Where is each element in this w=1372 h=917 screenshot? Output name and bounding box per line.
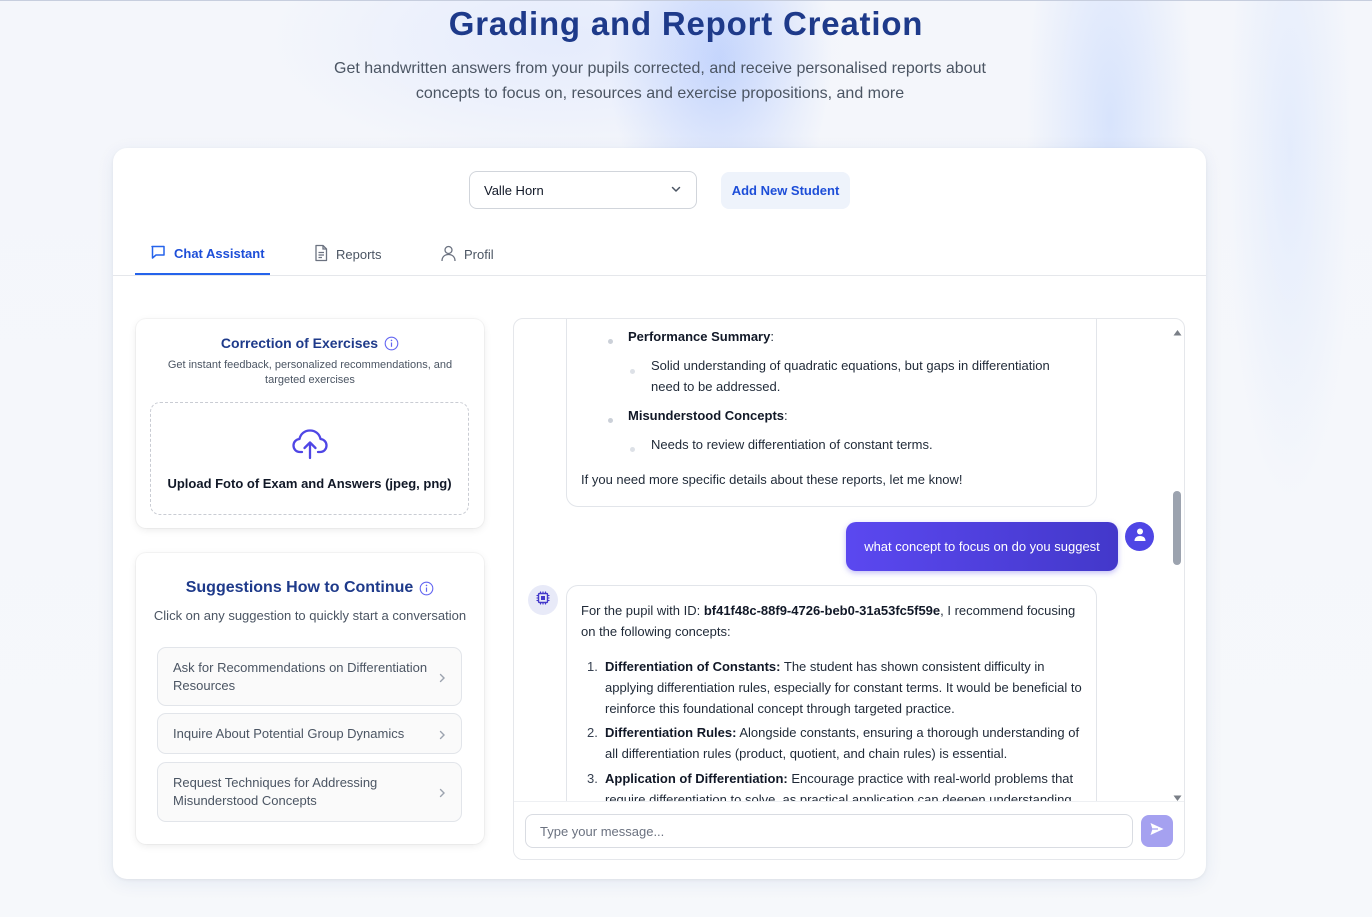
tab-label: Chat Assistant	[174, 246, 265, 261]
performance-label: Performance Summary	[628, 329, 771, 344]
list-item: Differentiation of Constants: The studen…	[605, 656, 1087, 719]
misunderstood-label-row: Misunderstood Concepts:	[628, 408, 788, 423]
student-select-value: Valle Horn	[484, 182, 544, 198]
list-item: Differentiation Rules: Alongside constan…	[605, 722, 1087, 764]
misunderstood-text: Needs to review differentiation of const…	[651, 437, 933, 452]
list-item-title: Differentiation Rules:	[605, 725, 737, 740]
suggestion-item[interactable]: Inquire About Potential Group Dynamics	[157, 713, 462, 754]
document-icon	[313, 244, 329, 265]
chat-scrollbar[interactable]	[1170, 319, 1184, 801]
bullet	[630, 447, 635, 452]
user-icon	[1133, 527, 1147, 547]
student-select[interactable]: Valle Horn	[469, 171, 697, 209]
suggestion-text: Ask for Recommendations on Differentiati…	[173, 659, 428, 693]
scroll-up-icon[interactable]	[1173, 323, 1182, 341]
bullet	[608, 339, 613, 344]
bullet	[630, 369, 635, 374]
user-message-text: what concept to focus on do you suggest	[864, 539, 1100, 554]
page-subtitle: Get handwritten answers from your pupils…	[334, 60, 986, 102]
tab-label: Profil	[464, 246, 494, 262]
info-icon[interactable]	[384, 336, 399, 351]
misunderstood-label: Misunderstood Concepts	[628, 408, 785, 423]
suggestion-text: Request Techniques for Addressing Misund…	[173, 775, 378, 808]
suggestions-title-row: Suggestions How to Continue	[136, 579, 484, 597]
correction-description: Get instant feedback, personalized recom…	[167, 359, 453, 386]
tab-chat-assistant[interactable]: Chat Assistant	[135, 234, 270, 275]
chat-bubble-icon	[149, 243, 167, 264]
message-composer	[514, 801, 1184, 859]
send-button[interactable]	[1141, 815, 1173, 847]
suggestions-panel: Suggestions How to Continue Click on any…	[136, 553, 484, 844]
add-student-button[interactable]: Add New Student	[721, 172, 850, 209]
main-card: Valle Horn Add New Student Chat Assistan…	[113, 148, 1206, 879]
list-item-title: Application of Differentiation:	[605, 771, 788, 786]
page-title: Grading and Report Creation	[448, 5, 924, 42]
assistant-message: Performance Summary: Solid understanding…	[566, 319, 1097, 507]
list-number: 2.	[587, 725, 598, 740]
info-icon[interactable]	[419, 581, 434, 596]
correction-title: Correction of Exercises	[220, 335, 379, 351]
tab-reports[interactable]: Reports	[313, 234, 403, 274]
scroll-thumb[interactable]	[1173, 491, 1181, 565]
upload-dropzone[interactable]: Upload Foto of Exam and Answers (jpeg, p…	[150, 402, 469, 515]
cloud-upload-icon	[291, 427, 329, 466]
send-icon	[1149, 821, 1165, 842]
chevron-right-icon	[437, 786, 447, 804]
list-item-title: Differentiation of Constants:	[605, 659, 781, 674]
correction-title-row: Correction of Exercises	[136, 335, 484, 351]
chevron-right-icon	[437, 728, 447, 746]
suggestions-title: Suggestions How to Continue	[185, 579, 414, 596]
list-number: 1.	[587, 659, 598, 674]
chip-icon	[535, 590, 551, 611]
closing-text: If you need more specific details about …	[581, 472, 963, 487]
upload-label: Upload Foto of Exam and Answers (jpeg, p…	[167, 475, 452, 491]
message-input[interactable]	[525, 814, 1133, 848]
suggestions-description: Click on any suggestion to quickly start…	[153, 608, 467, 623]
reply-intro-text: For the pupil with ID:	[581, 603, 704, 618]
chat-window: Performance Summary: Solid understanding…	[513, 318, 1185, 860]
correction-panel: Correction of Exercises Get instant feed…	[136, 319, 484, 528]
chevron-right-icon	[437, 671, 447, 689]
suggestion-text: Inquire About Potential Group Dynamics	[173, 725, 405, 741]
user-avatar	[1125, 522, 1154, 551]
suggestion-item[interactable]: Request Techniques for Addressing Misund…	[157, 762, 462, 822]
tab-profil[interactable]: Profil	[440, 234, 520, 274]
pupil-id: bf41f48c-88f9-4726-beb0-31a53fc5f59e	[703, 603, 941, 618]
performance-label-row: Performance Summary:	[628, 329, 774, 344]
list-number: 3.	[587, 771, 598, 786]
assistant-avatar	[528, 585, 558, 615]
bullet	[608, 418, 613, 423]
performance-text: Solid understanding of quadratic equatio…	[651, 358, 1050, 394]
tab-label: Reports	[336, 246, 382, 262]
reply-intro: For the pupil with ID: bf41f48c-88f9-472…	[581, 600, 1085, 642]
user-icon	[440, 244, 457, 265]
chevron-down-icon	[670, 183, 682, 198]
suggestion-item[interactable]: Ask for Recommendations on Differentiati…	[157, 647, 462, 706]
tab-bar: Chat Assistant Reports Profil	[113, 234, 1206, 276]
top-divider	[0, 0, 1372, 1]
user-message: what concept to focus on do you suggest	[846, 522, 1118, 571]
